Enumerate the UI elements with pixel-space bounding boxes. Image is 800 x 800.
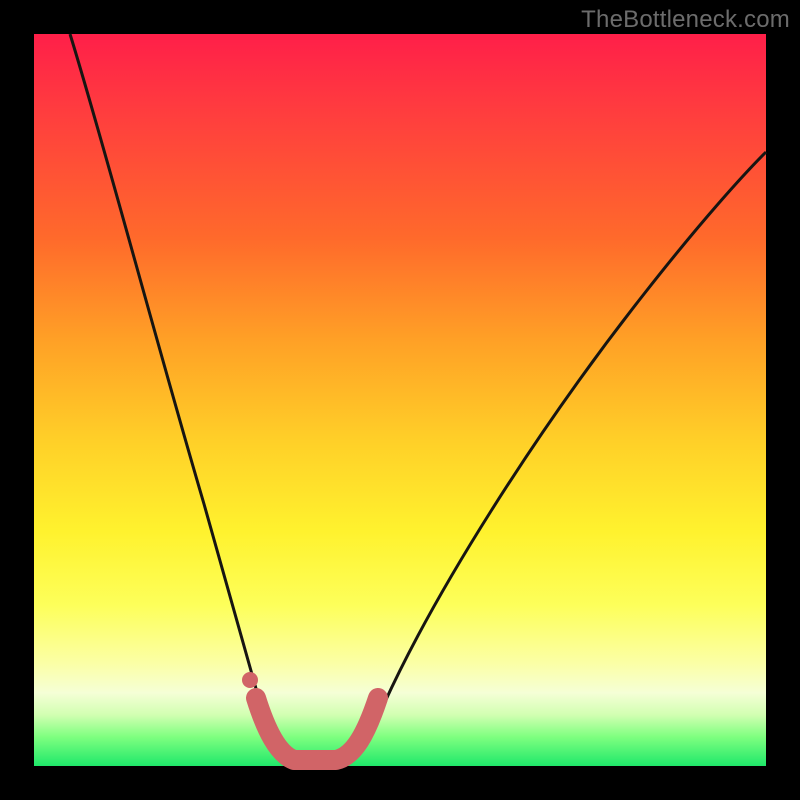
valley-marker-dot — [242, 672, 258, 688]
bottleneck-curve — [34, 34, 766, 766]
plot-area — [34, 34, 766, 766]
valley-highlight — [256, 698, 378, 760]
watermark-text: TheBottleneck.com — [581, 6, 790, 34]
curve-path — [70, 34, 766, 762]
chart-frame: TheBottleneck.com — [0, 0, 800, 800]
